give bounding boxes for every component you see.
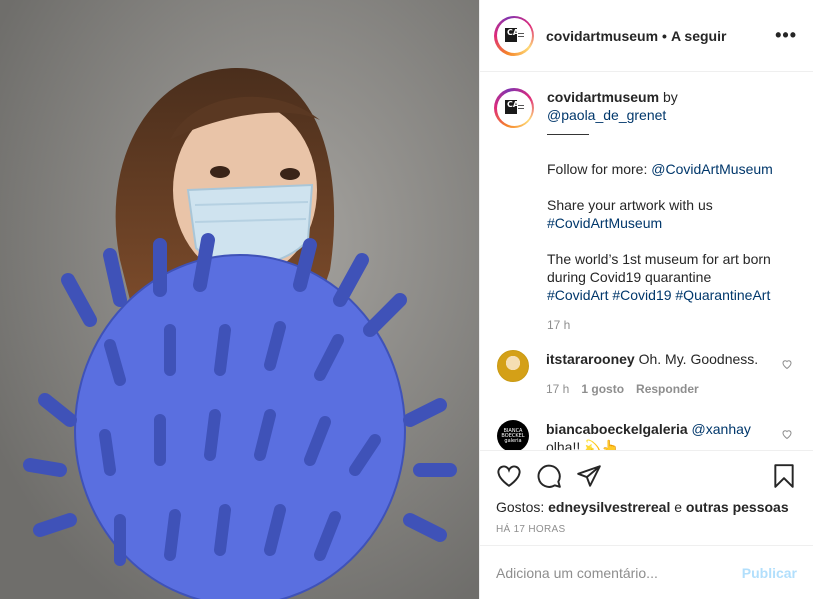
covidartmuseum-mention-link[interactable]: @CovidArtMuseum <box>651 161 773 177</box>
liker-username-link[interactable]: edneysilvestrereal <box>548 499 670 515</box>
author-mention-link[interactable]: @paola_de_grenet <box>547 107 666 123</box>
comment-text: biancaboeckelgaleria @xanhay olha!! 💫👆 <box>546 420 781 450</box>
save-icon[interactable] <box>771 463 797 489</box>
comment-username[interactable]: biancaboeckelgaleria <box>546 421 688 437</box>
museum-logo-icon: CA <box>502 96 526 120</box>
header-username[interactable]: covidartmuseum <box>546 28 658 44</box>
museum-logo-icon: CA <box>502 24 526 48</box>
comments-section[interactable]: CA covidartmuseum by @paola_de_grenet ——… <box>480 72 813 450</box>
header-dot: • <box>662 27 667 44</box>
comment-text: itstararooney Oh. My. Goodness. 17 h 1 g… <box>546 350 781 398</box>
commenter-avatar[interactable]: BIANCA BOECKEL galeria <box>497 420 529 450</box>
comment-likes-button[interactable]: 1 gosto <box>581 380 624 398</box>
post-actions: Gostos: edneysilvestrereal e outras pess… <box>480 450 813 535</box>
comment-heart-icon[interactable] <box>781 358 793 370</box>
comment-item: BIANCA BOECKEL galeria biancaboeckelgale… <box>494 420 797 450</box>
add-comment-bar: Adiciona um comentário... Publicar <box>480 545 813 599</box>
comment-input[interactable]: Adiciona um comentário... <box>496 565 658 581</box>
likes-label: Gostos: <box>496 499 545 515</box>
comment-body: olha!! 💫👆 <box>546 439 620 450</box>
commenter-avatar[interactable] <box>497 350 529 382</box>
share-icon[interactable] <box>576 463 602 489</box>
hashtag-covidartmuseum-link[interactable]: #CovidArtMuseum <box>547 214 797 232</box>
caption-avatar[interactable]: CA <box>494 88 534 128</box>
comment-time: 17 h <box>546 382 570 396</box>
caption-username[interactable]: covidartmuseum <box>547 89 659 105</box>
likes-and: e <box>674 499 683 515</box>
caption: CA covidartmuseum by @paola_de_grenet ——… <box>494 88 797 334</box>
avatar-text: galeria <box>504 437 522 444</box>
post-panel: CA covidartmuseum • A seguir ••• CA covi… <box>479 0 813 599</box>
following-button[interactable]: A seguir <box>671 28 727 44</box>
heart-icon[interactable] <box>496 463 522 489</box>
avatar[interactable]: CA <box>494 15 534 56</box>
comment-icon[interactable] <box>536 463 562 489</box>
caption-text: covidartmuseum by @paola_de_grenet ——— F… <box>547 88 797 334</box>
caption-separator: ——— <box>547 125 589 141</box>
other-likers-link[interactable]: outras pessoas <box>686 499 789 515</box>
caption-by: by <box>662 89 678 105</box>
post-header: CA covidartmuseum • A seguir ••• <box>480 0 813 72</box>
reply-button[interactable]: Responder <box>636 380 699 398</box>
post-timestamp[interactable]: HÁ 17 HORAS <box>496 524 797 535</box>
post-photo[interactable] <box>0 0 479 599</box>
action-icons <box>496 451 797 501</box>
comment-item: itstararooney Oh. My. Goodness. 17 h 1 g… <box>494 350 797 398</box>
comment-heart-icon[interactable] <box>781 428 793 440</box>
comment-mention-link[interactable]: @xanhay <box>692 421 751 437</box>
comment-body: Oh. My. Goodness. <box>638 351 759 367</box>
caption-time: 17 h <box>547 318 571 332</box>
caption-share-text: Share your artwork with us <box>547 197 713 213</box>
comment-username[interactable]: itstararooney <box>546 351 635 367</box>
likes-line: Gostos: edneysilvestrereal e outras pess… <box>496 499 797 515</box>
photo-illustration <box>0 0 479 599</box>
comment-meta: 17 h 1 gosto Responder <box>546 380 781 398</box>
caption-museum-text: The world’s 1st museum for art born duri… <box>547 251 771 285</box>
publish-button[interactable]: Publicar <box>742 565 797 581</box>
caption-follow-text: Follow for more: <box>547 161 648 177</box>
more-options-icon[interactable]: ••• <box>775 25 797 46</box>
hashtags-link[interactable]: #CovidArt #Covid19 #QuarantineArt <box>547 286 797 304</box>
